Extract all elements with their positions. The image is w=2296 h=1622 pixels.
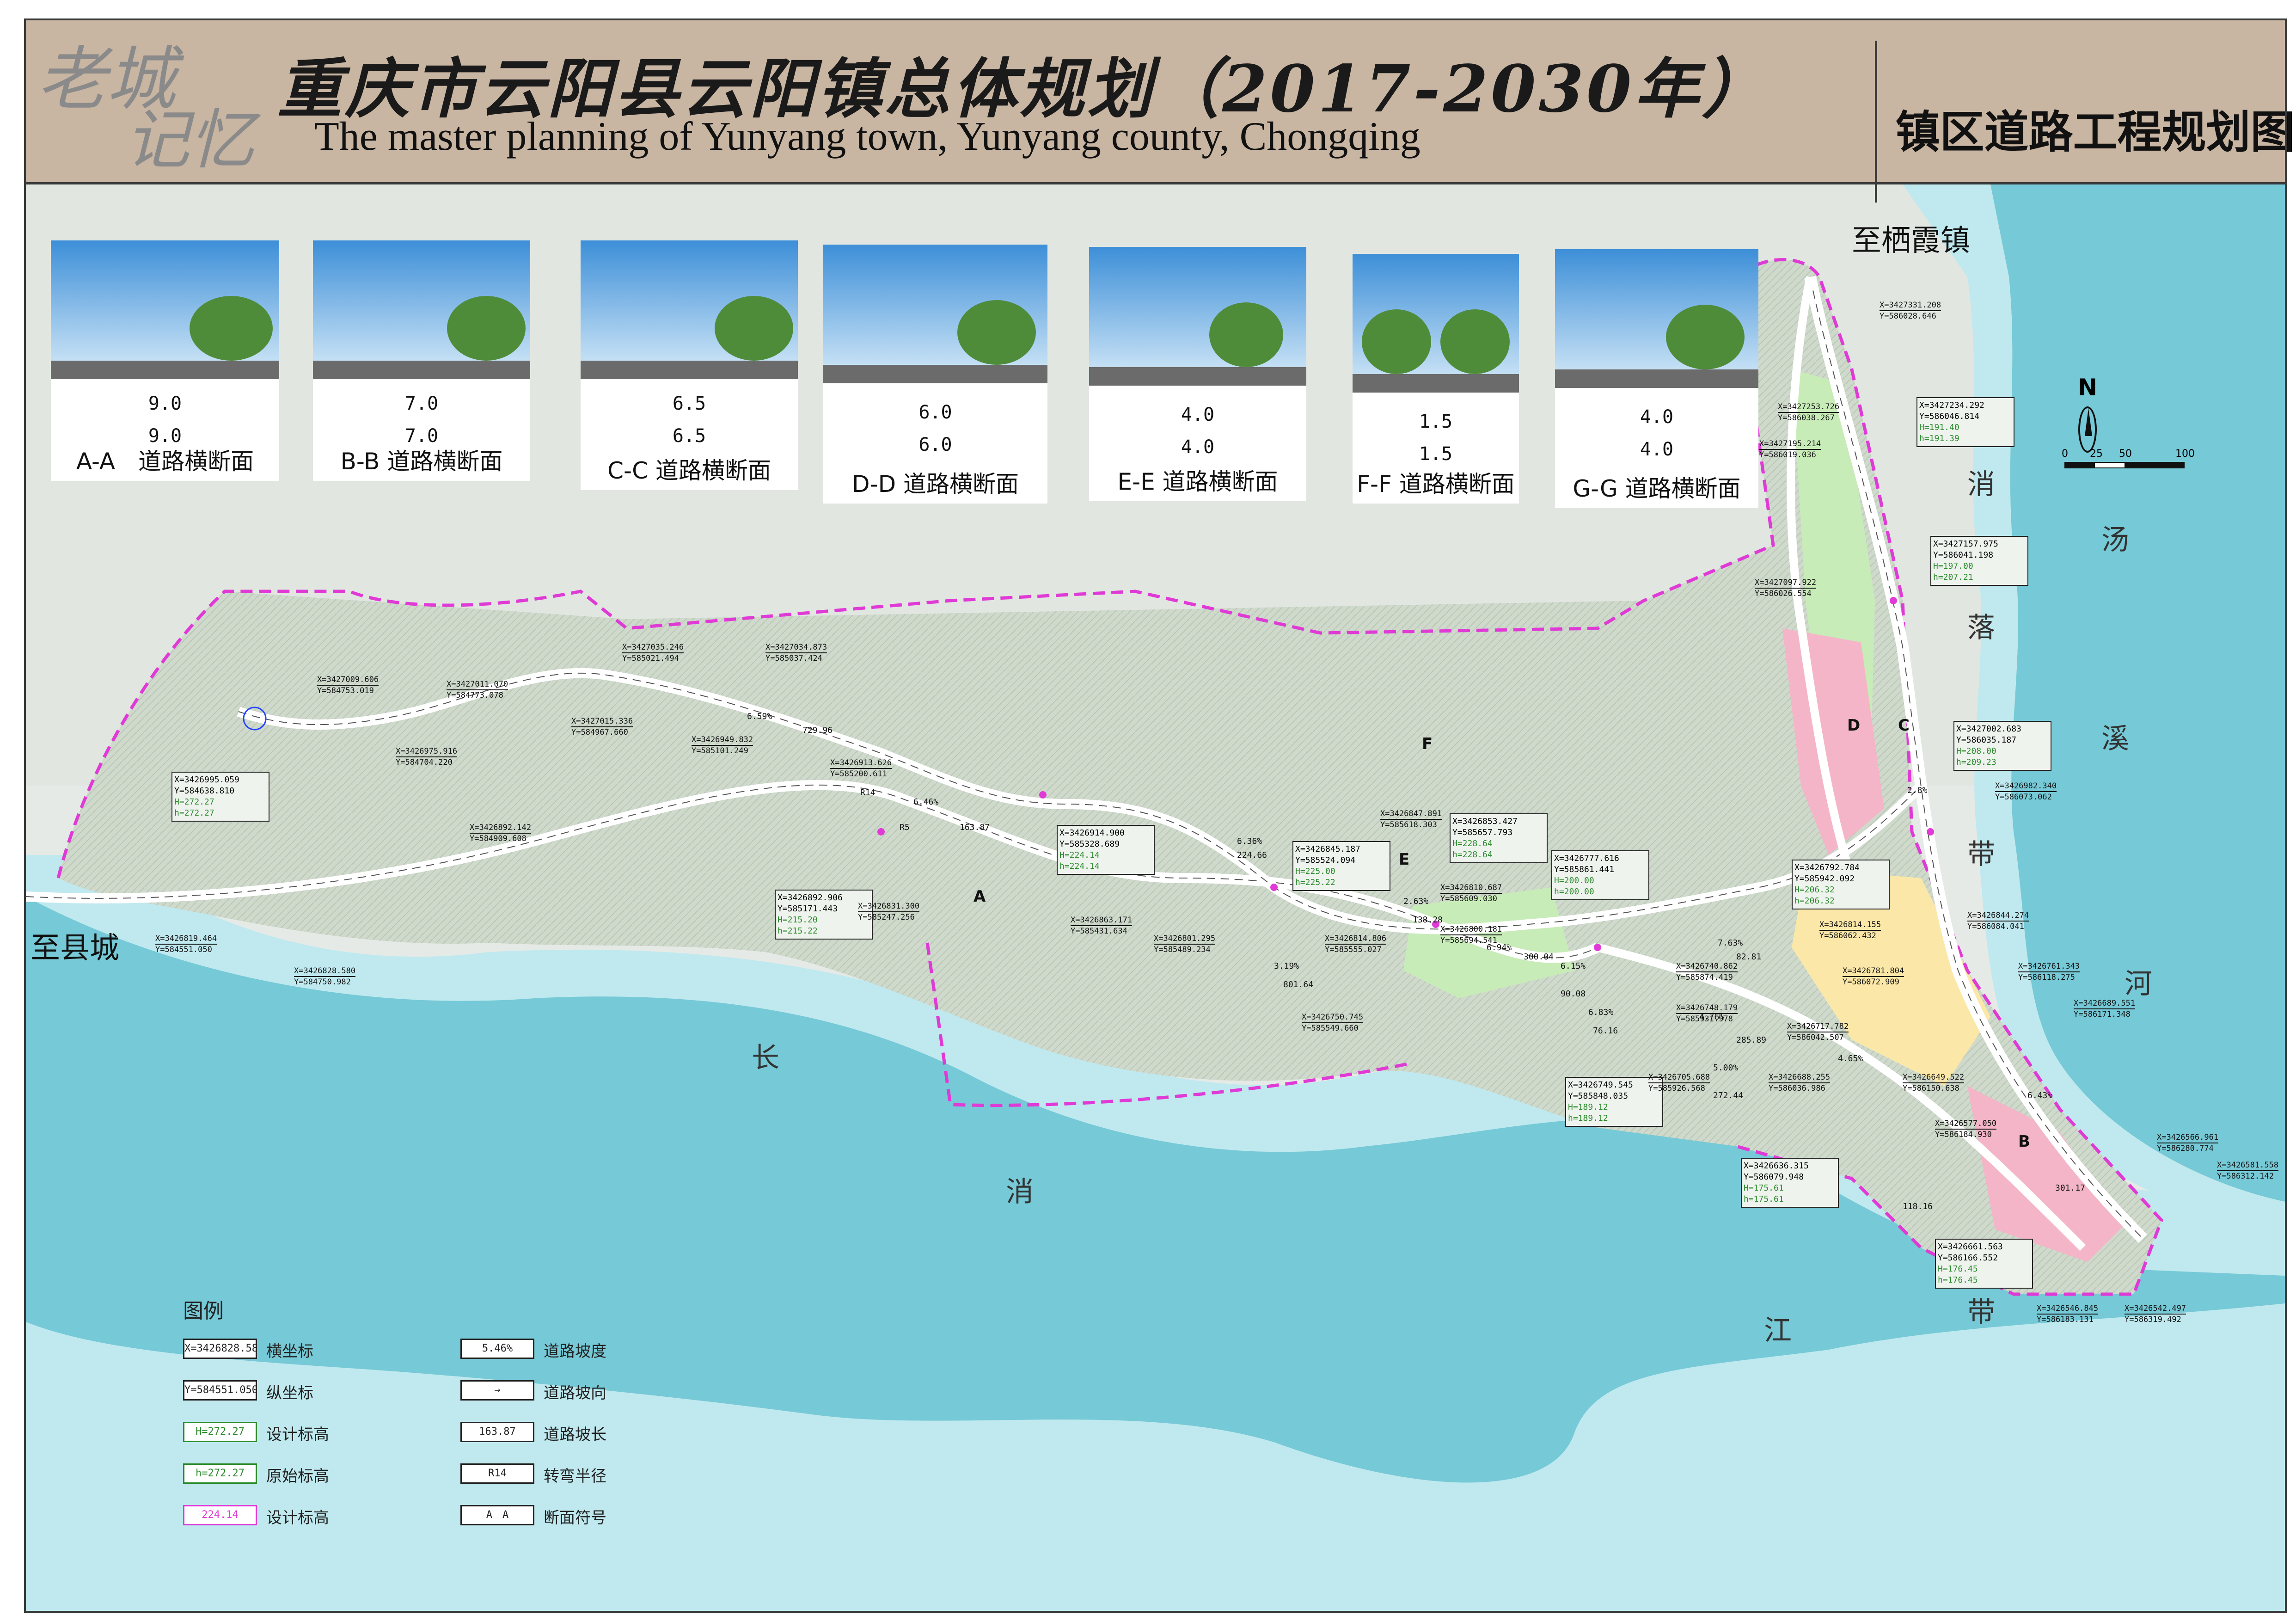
drawing-frame — [24, 18, 2287, 1613]
map-sheet: X=3426995.059 Y=584638.810 H=272.27 h=27… — [0, 0, 2296, 1622]
